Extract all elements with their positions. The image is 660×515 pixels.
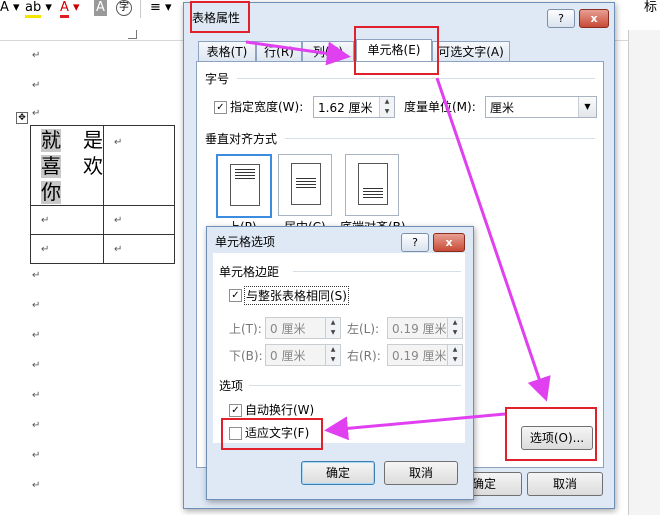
arrow-title-to-tab xyxy=(245,40,351,66)
arrow-tab-to-options xyxy=(435,77,551,402)
arrow-options-to-fit xyxy=(324,412,506,441)
annotation-arrows xyxy=(245,40,551,441)
